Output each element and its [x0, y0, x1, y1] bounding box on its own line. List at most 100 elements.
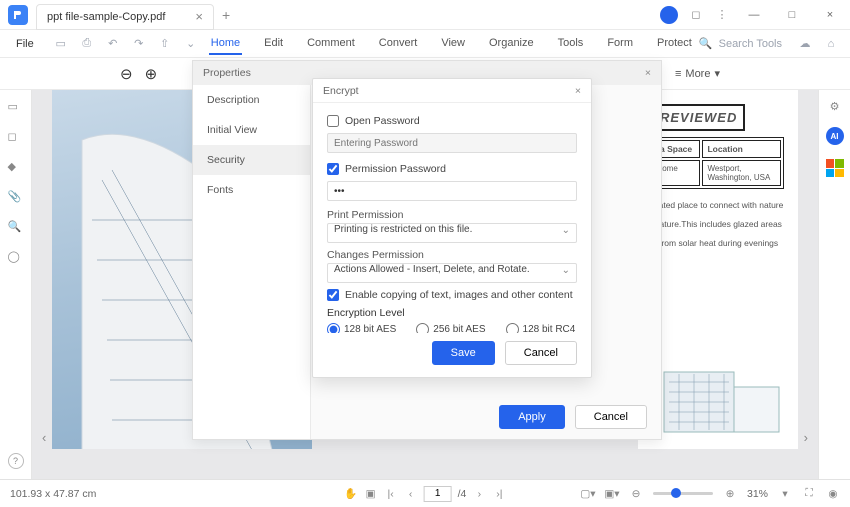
tab-close-icon[interactable]: ×	[195, 9, 203, 24]
properties-tab-description[interactable]: Description	[193, 85, 310, 115]
page-navigation: ✋ ▣ |‹ ‹ /4 › ›|	[344, 486, 507, 502]
new-tab-button[interactable]: +	[222, 7, 230, 23]
tab-home[interactable]: Home	[209, 33, 242, 55]
radio-128-aes[interactable]: 128 bit AES	[327, 323, 396, 333]
kebab-menu-icon[interactable]: ⋮	[714, 7, 730, 23]
properties-tab-fonts[interactable]: Fonts	[193, 175, 310, 205]
undo-icon[interactable]: ↶	[103, 34, 123, 54]
fit-page-icon[interactable]: ▢▾	[581, 487, 595, 501]
user-avatar[interactable]	[660, 6, 678, 24]
open-password-input	[327, 133, 577, 153]
properties-close-icon[interactable]: ×	[645, 67, 651, 79]
main-tabs: Home Edit Comment Convert View Organize …	[204, 33, 699, 55]
cloud-icon[interactable]: ☁	[795, 34, 815, 54]
zoom-out-button[interactable]: ⊖	[629, 487, 643, 501]
hamburger-icon: ≡	[675, 68, 681, 80]
cursor-coordinates: 101.93 x 47.87 cm	[10, 488, 96, 500]
select-tool-icon[interactable]: ▣	[364, 487, 378, 501]
redo-icon[interactable]: ↷	[129, 34, 149, 54]
search-tools[interactable]: 🔍 Search Tools	[699, 37, 782, 50]
maximize-button[interactable]: □	[778, 1, 806, 29]
encrypt-close-icon[interactable]: ×	[575, 85, 581, 97]
encrypt-title: Encrypt	[323, 85, 359, 97]
apply-button[interactable]: Apply	[499, 405, 565, 429]
chevron-down-icon: ▾	[714, 67, 720, 80]
properties-tab-security[interactable]: Security	[193, 145, 310, 175]
scroll-left-icon[interactable]: ‹	[42, 430, 46, 445]
properties-cancel-button[interactable]: Cancel	[575, 405, 647, 429]
tab-convert[interactable]: Convert	[377, 33, 420, 55]
print-permission-select[interactable]: Printing is restricted on this file.	[327, 223, 577, 243]
radio-128-rc4[interactable]: 128 bit RC4	[506, 323, 576, 333]
enable-copy-checkbox[interactable]: Enable copying of text, images and other…	[327, 289, 577, 301]
more-quickaccess-icon[interactable]: ⌄	[181, 34, 201, 54]
zoom-percentage: 31%	[747, 488, 768, 500]
zoom-out-icon[interactable]: ⊖	[120, 65, 133, 83]
open-password-checkbox[interactable]: Open Password	[327, 115, 577, 127]
print-permission-label: Print Permission	[327, 209, 577, 221]
next-page-icon[interactable]: ›	[472, 487, 486, 501]
view-mode-icon[interactable]: ▣▾	[605, 487, 619, 501]
properties-tab-initial-view[interactable]: Initial View	[193, 115, 310, 145]
document-tab[interactable]: ppt file-sample-Copy.pdf ×	[36, 4, 214, 30]
zoom-slider[interactable]	[653, 492, 713, 495]
thumbnails-icon[interactable]: ▭	[8, 100, 24, 116]
print-icon[interactable]: ⎙	[77, 34, 97, 54]
tab-view[interactable]: View	[439, 33, 467, 55]
app-icon[interactable]	[8, 5, 28, 25]
minimize-button[interactable]: —	[740, 1, 768, 29]
radio-256-aes[interactable]: 256 bit AES	[416, 323, 485, 333]
right-rail: ⚙ AI	[818, 90, 850, 479]
ai-assistant-icon[interactable]: AI	[826, 127, 844, 145]
changes-permission-select[interactable]: Actions Allowed - Insert, Delete, and Ro…	[327, 263, 577, 283]
encryption-level-label: Encryption Level	[327, 307, 577, 319]
help-icon[interactable]: ?	[8, 453, 24, 469]
scroll-right-icon[interactable]: ›	[804, 430, 808, 445]
properties-tabs: Description Initial View Security Fonts	[193, 85, 311, 439]
permission-password-checkbox[interactable]: Permission Password	[327, 163, 577, 175]
properties-title: Properties	[203, 67, 251, 79]
hand-tool-icon[interactable]: ✋	[344, 487, 358, 501]
share-icon[interactable]: ⇧	[155, 34, 175, 54]
file-menu[interactable]: File	[6, 36, 44, 52]
tab-form[interactable]: Form	[605, 33, 635, 55]
first-page-icon[interactable]: |‹	[384, 487, 398, 501]
encrypt-dialog: Encrypt × Open Password Permission Passw…	[312, 78, 592, 378]
zoom-in-icon[interactable]: ⊕	[145, 65, 158, 83]
microsoft-icon[interactable]	[826, 159, 844, 177]
close-button[interactable]: ×	[816, 1, 844, 29]
last-page-icon[interactable]: ›|	[492, 487, 506, 501]
page-total: /4	[458, 488, 467, 500]
tab-edit[interactable]: Edit	[262, 33, 285, 55]
titlebar: ppt file-sample-Copy.pdf × + ◻ ⋮ — □ ×	[0, 0, 850, 30]
page-number-input[interactable]	[424, 486, 452, 502]
document-page-right: REVIEWED a SpaceLocation tomeWestport,Wa…	[638, 90, 798, 449]
permission-password-input[interactable]	[327, 181, 577, 201]
tab-protect[interactable]: Protect	[655, 33, 694, 55]
reviewed-stamp: REVIEWED	[652, 104, 745, 131]
save-button[interactable]: Save	[432, 341, 495, 365]
tab-comment[interactable]: Comment	[305, 33, 357, 55]
attachments-icon[interactable]: 📎	[8, 190, 24, 206]
tab-title: ppt file-sample-Copy.pdf	[47, 11, 165, 23]
tab-tools[interactable]: Tools	[556, 33, 586, 55]
left-rail: ▭ ◻ ◆ 📎 🔍 ◯ ?	[0, 90, 32, 479]
info-table: a SpaceLocation tomeWestport,Washington,…	[652, 137, 784, 189]
zoom-dropdown-icon[interactable]: ▾	[778, 487, 792, 501]
search-panel-icon[interactable]: 🔍	[8, 220, 24, 236]
tab-organize[interactable]: Organize	[487, 33, 536, 55]
fullscreen-icon[interactable]: ⛶	[802, 487, 816, 501]
encrypt-cancel-button[interactable]: Cancel	[505, 341, 577, 365]
layers-icon[interactable]: ◆	[8, 160, 24, 176]
zoom-in-button[interactable]: ⊕	[723, 487, 737, 501]
stamps-icon[interactable]: ◯	[8, 250, 24, 266]
save-icon[interactable]: ▭	[51, 34, 71, 54]
prev-page-icon[interactable]: ‹	[404, 487, 418, 501]
bookmarks-icon[interactable]: ◻	[8, 130, 24, 146]
settings-icon[interactable]: ⚙	[830, 100, 840, 113]
more-dropdown[interactable]: ≡ More ▾	[675, 67, 720, 80]
notification-icon[interactable]: ◻	[688, 7, 704, 23]
search-icon: 🔍	[699, 37, 713, 50]
home-icon[interactable]: ⌂	[821, 34, 841, 54]
read-mode-icon[interactable]: ◉	[826, 487, 840, 501]
